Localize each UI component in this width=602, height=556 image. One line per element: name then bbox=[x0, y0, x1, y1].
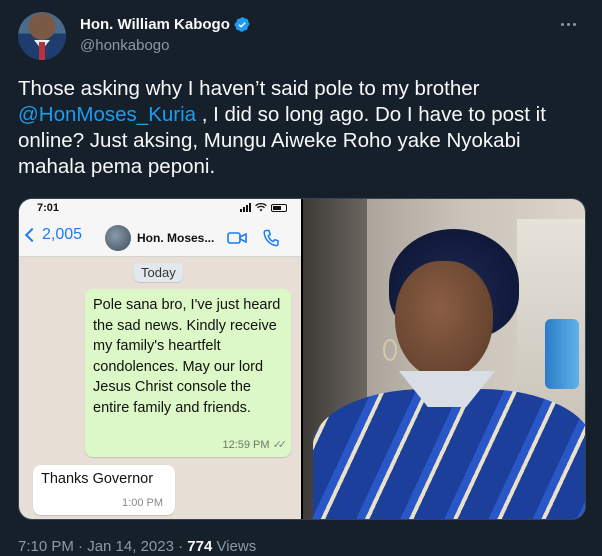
views-count: 774 bbox=[187, 538, 213, 555]
back-button[interactable]: 2,005 bbox=[24, 226, 83, 244]
photo-face bbox=[395, 261, 493, 379]
views-label: Views bbox=[212, 538, 257, 555]
tweet-timestamp[interactable]: 7:10 PM · Jan 14, 2023 · bbox=[18, 538, 187, 555]
whatsapp-screenshot-image[interactable]: 7:01 2,005 Hon. Moses... Today Pole sana… bbox=[19, 199, 301, 519]
tweet-footer: 7:10 PM · Jan 14, 2023 · 774 Views bbox=[18, 538, 256, 555]
tweet-text-before: Those asking why I haven’t said pole to … bbox=[18, 77, 480, 100]
phone-call-icon[interactable] bbox=[263, 229, 279, 247]
author-avatar[interactable] bbox=[18, 12, 66, 60]
tweet-media: 7:01 2,005 Hon. Moses... Today Pole sana… bbox=[18, 198, 586, 520]
dot bbox=[566, 22, 570, 26]
portrait-photo-image[interactable] bbox=[303, 199, 585, 519]
tweet-header: Hon. William Kabogo @honkabogo bbox=[18, 12, 584, 60]
chevron-left-icon bbox=[24, 227, 40, 243]
verified-badge-icon bbox=[234, 17, 250, 32]
outgoing-message-bubble: Pole sana bro, I've just heard the sad n… bbox=[85, 289, 291, 457]
read-ticks-icon: ✓✓ bbox=[272, 439, 288, 451]
outgoing-message-meta: 12:59 PM ✓✓ bbox=[222, 438, 288, 452]
outgoing-message-text: Pole sana bro, I've just heard the sad n… bbox=[93, 297, 281, 416]
dot bbox=[572, 22, 576, 26]
incoming-message-bubble: Thanks Governor 1:00 PM bbox=[33, 465, 175, 515]
avatar-tie bbox=[39, 42, 45, 60]
photo-earring bbox=[383, 339, 397, 361]
tweet-text: Those asking why I haven’t said pole to … bbox=[18, 76, 588, 180]
incoming-message-text: Thanks Governor bbox=[41, 471, 154, 487]
battery-icon bbox=[271, 203, 287, 212]
mention-link[interactable]: @HonMoses_Kuria bbox=[18, 103, 196, 126]
wifi-icon bbox=[255, 203, 267, 212]
status-time: 7:01 bbox=[37, 202, 60, 214]
status-bar: 7:01 bbox=[19, 199, 301, 219]
author-handle[interactable]: @honkabogo bbox=[80, 37, 169, 54]
author-name-row: Hon. William Kabogo bbox=[80, 16, 251, 33]
author-name[interactable]: Hon. William Kabogo bbox=[80, 16, 230, 33]
more-options-icon[interactable] bbox=[554, 14, 582, 34]
date-chip: Today bbox=[134, 263, 183, 282]
video-call-icon[interactable] bbox=[227, 231, 247, 245]
incoming-message-time: 1:00 PM bbox=[122, 497, 163, 509]
chat-nav-bar: 2,005 Hon. Moses... bbox=[19, 219, 301, 257]
system-icons bbox=[240, 203, 287, 212]
contact-name[interactable]: Hon. Moses... bbox=[137, 231, 214, 245]
back-count: 2,005 bbox=[42, 226, 83, 243]
signal-icon bbox=[240, 203, 251, 212]
dot bbox=[560, 22, 564, 26]
contact-avatar[interactable] bbox=[105, 225, 131, 251]
outgoing-message-time: 12:59 PM bbox=[222, 438, 270, 451]
photo-dress bbox=[313, 389, 585, 519]
photo-canister bbox=[545, 319, 579, 389]
